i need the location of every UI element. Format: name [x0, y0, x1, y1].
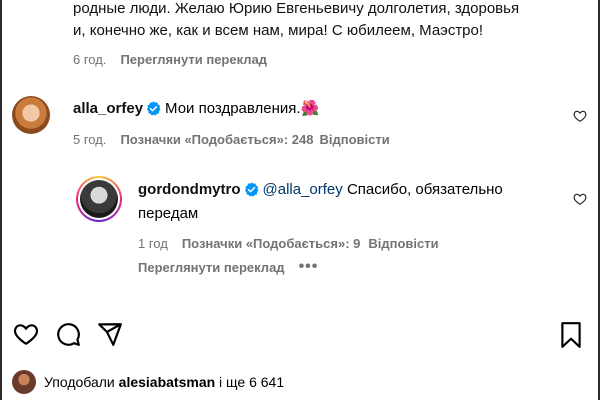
- more-options-icon[interactable]: •••: [299, 258, 319, 276]
- comment-time: 5 год.: [73, 132, 107, 147]
- likes-count-link[interactable]: Позначки «Подобається»: 9: [182, 236, 361, 251]
- comment-icon: [57, 323, 80, 346]
- comment-button[interactable]: [54, 320, 82, 348]
- reply-button[interactable]: Відповісти: [319, 132, 389, 147]
- reply-button[interactable]: Відповісти: [368, 236, 438, 251]
- share-icon: [98, 323, 122, 346]
- comment-alla: alla_orfey Мои поздравления.🌺: [73, 99, 319, 122]
- comment-text-line: родные люди. Желаю Юрию Евгеньевичу долг…: [73, 0, 520, 17]
- comment-text: Спасибо, обязательно: [346, 181, 503, 198]
- liked-by: Уподобали alesiabatsman і ще 6 641: [12, 370, 284, 394]
- comment-text: Мои поздравления.🌺: [165, 100, 320, 117]
- avatar[interactable]: [12, 96, 50, 134]
- comment-time: 6 год.: [73, 52, 107, 67]
- share-button[interactable]: [96, 320, 124, 348]
- avatar-story-ring[interactable]: [76, 176, 122, 222]
- reply-gordon: gordondmytro @alla_orfey Спасибо, обязате…: [138, 180, 503, 203]
- heart-icon[interactable]: [573, 109, 587, 123]
- likes-count-link[interactable]: Позначки «Подобається»: 248: [120, 132, 313, 147]
- bookmark-icon: [561, 322, 581, 348]
- heart-icon[interactable]: [573, 192, 587, 206]
- like-button[interactable]: [12, 320, 40, 348]
- comment-username[interactable]: alla_orfey: [73, 100, 143, 117]
- liked-by-user-link[interactable]: alesiabatsman: [119, 374, 216, 390]
- comment-meta: 6 год. Переглянути переклад: [73, 52, 267, 67]
- verified-badge-icon: [146, 101, 161, 122]
- translate-link[interactable]: Переглянути переклад: [138, 260, 285, 275]
- comment-meta: 1 год Позначки «Подобається»: 9 Відповіс…: [138, 236, 439, 251]
- heart-icon: [13, 324, 39, 346]
- liked-by-suffix[interactable]: і ще 6 641: [219, 374, 284, 390]
- comment-text-truncated: родные люди. Желаю Юрию Евгеньевичу долг…: [73, 0, 573, 42]
- comment-time: 1 год: [138, 236, 168, 251]
- window-border-left: [0, 0, 2, 400]
- verified-badge-icon: [244, 182, 259, 203]
- comment-text-line: передам: [138, 205, 199, 222]
- comment-meta: 5 год. Позначки «Подобається»: 248 Відпо…: [73, 132, 390, 147]
- comment-username[interactable]: gordondmytro: [138, 181, 241, 198]
- avatar[interactable]: [12, 370, 36, 394]
- avatar: [80, 180, 118, 218]
- mention-link[interactable]: @alla_orfey: [263, 181, 343, 198]
- comment-text-line: и, конечно же, как и всем нам, мира! С ю…: [73, 22, 484, 39]
- translate-link[interactable]: Переглянути переклад: [120, 52, 267, 67]
- save-button[interactable]: [558, 321, 586, 349]
- comment-meta: Переглянути переклад •••: [138, 258, 318, 276]
- post-actions: [12, 320, 124, 348]
- liked-by-prefix: Уподобали: [44, 374, 115, 390]
